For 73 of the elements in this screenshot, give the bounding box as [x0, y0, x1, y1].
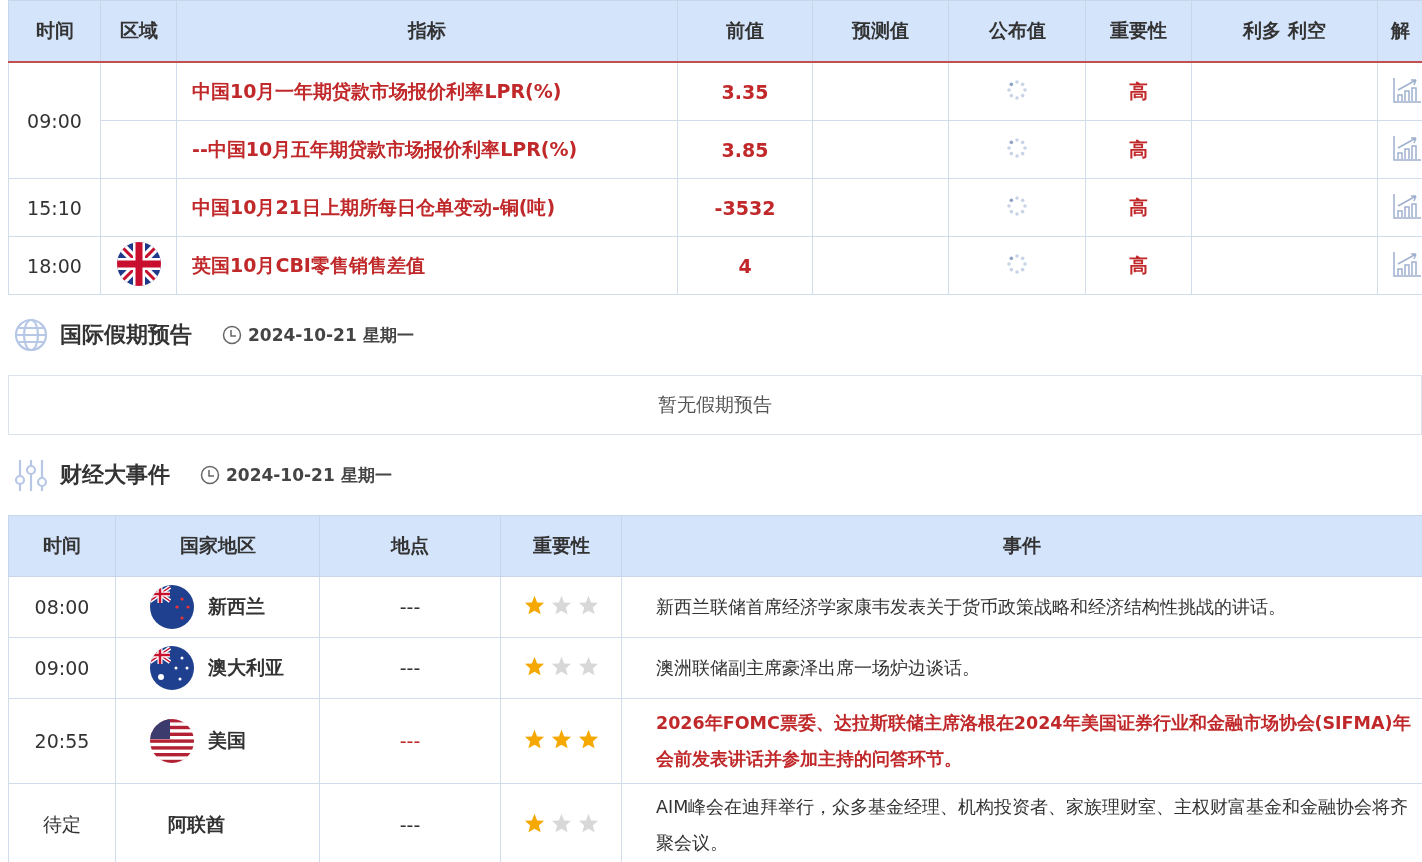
- column-header: 时间: [8, 515, 116, 577]
- column-header: 解: [1377, 0, 1422, 62]
- previous-value: -3532: [714, 196, 776, 219]
- star-icon: [523, 729, 545, 749]
- place-text: ---: [399, 657, 421, 679]
- chart-icon[interactable]: [1392, 133, 1422, 162]
- chart-icon[interactable]: [1392, 75, 1422, 104]
- place-text: ---: [399, 596, 421, 618]
- column-header: 地点: [319, 515, 501, 577]
- star-icon: [523, 813, 545, 833]
- sliders-icon: [14, 458, 48, 492]
- globe-icon: [14, 318, 48, 352]
- event-description: 新西兰联储首席经济学家康韦发表关于货币政策战略和经济结构性挑战的讲话。: [655, 596, 1287, 619]
- time-cell: 20:55: [8, 698, 116, 784]
- column-header: 前值: [677, 0, 813, 62]
- event-description: 澳洲联储副主席豪泽出席一场炉边谈话。: [655, 657, 981, 680]
- column-header: 国家地区: [115, 515, 320, 577]
- country-name: 新西兰: [208, 594, 265, 619]
- loading-spinner-icon: [1006, 78, 1028, 101]
- column-header: 重要性: [1085, 0, 1192, 62]
- column-header: 利多 利空: [1191, 0, 1378, 62]
- flag-icon: [150, 719, 194, 763]
- place-text: ---: [399, 730, 421, 752]
- time-cell: 待定: [8, 783, 116, 862]
- star-icon: [577, 595, 599, 615]
- star-icon: [550, 656, 572, 676]
- star-icon: [523, 656, 545, 676]
- time-cell: 09:00: [8, 637, 116, 699]
- time-cell: 08:00: [8, 576, 116, 638]
- chart-icon[interactable]: [1392, 191, 1422, 220]
- time-cell: 09:00: [8, 62, 101, 179]
- importance-label: 高: [1129, 195, 1148, 218]
- importance-label: 高: [1129, 79, 1148, 102]
- section-title: 国际假期预告: [60, 321, 192, 349]
- country-name: 澳大利亚: [208, 655, 284, 680]
- star-icon: [577, 656, 599, 676]
- column-header: 预测值: [812, 0, 949, 62]
- star-icon: [550, 729, 572, 749]
- section-title: 财经大事件: [60, 461, 170, 489]
- event-description: AIM峰会在迪拜举行，众多基金经理、机构投资者、家族理财室、主权财富基金和金融协会将齐聚会议。: [655, 796, 1410, 855]
- column-header: 指标: [176, 0, 678, 62]
- loading-spinner-icon: [1006, 136, 1028, 159]
- previous-value: 3.85: [721, 138, 769, 161]
- star-icon: [577, 729, 599, 749]
- place-text: ---: [399, 814, 421, 836]
- star-icon: [550, 813, 572, 833]
- importance-label: 高: [1129, 137, 1148, 160]
- loading-spinner-icon: [1006, 194, 1028, 217]
- chart-icon[interactable]: [1392, 249, 1422, 278]
- country-name: 美国: [208, 728, 246, 753]
- column-header: 公布值: [948, 0, 1086, 62]
- previous-value: 3.35: [721, 80, 769, 103]
- column-header: 事件: [621, 515, 1422, 577]
- clock-icon: [200, 465, 220, 485]
- column-header: 重要性: [500, 515, 622, 577]
- star-icon: [577, 813, 599, 833]
- star-icon: [550, 595, 572, 615]
- importance-label: 高: [1129, 253, 1148, 276]
- column-header: 区域: [100, 0, 177, 62]
- empty-message: 暂无假期预告: [658, 392, 772, 417]
- previous-value: 4: [738, 254, 752, 277]
- star-icon: [523, 595, 545, 615]
- column-header: 时间: [8, 0, 101, 62]
- time-cell: 18:00: [8, 236, 101, 295]
- time-cell: 15:10: [8, 178, 101, 237]
- loading-spinner-icon: [1006, 252, 1028, 275]
- flag-icon: [150, 646, 194, 690]
- date-text: 2024-10-21 星期一: [248, 323, 414, 347]
- flag-icon: [150, 585, 194, 629]
- event-description: 2026年FOMC票委、达拉斯联储主席洛根在2024年美国证券行业和金融市场协会(SIFMA)年会前发表讲话并参加主持的问答环节。: [655, 712, 1412, 771]
- country-name: 阿联酋: [167, 812, 225, 837]
- date-text: 2024-10-21 星期一: [226, 463, 392, 487]
- clock-icon: [222, 325, 242, 345]
